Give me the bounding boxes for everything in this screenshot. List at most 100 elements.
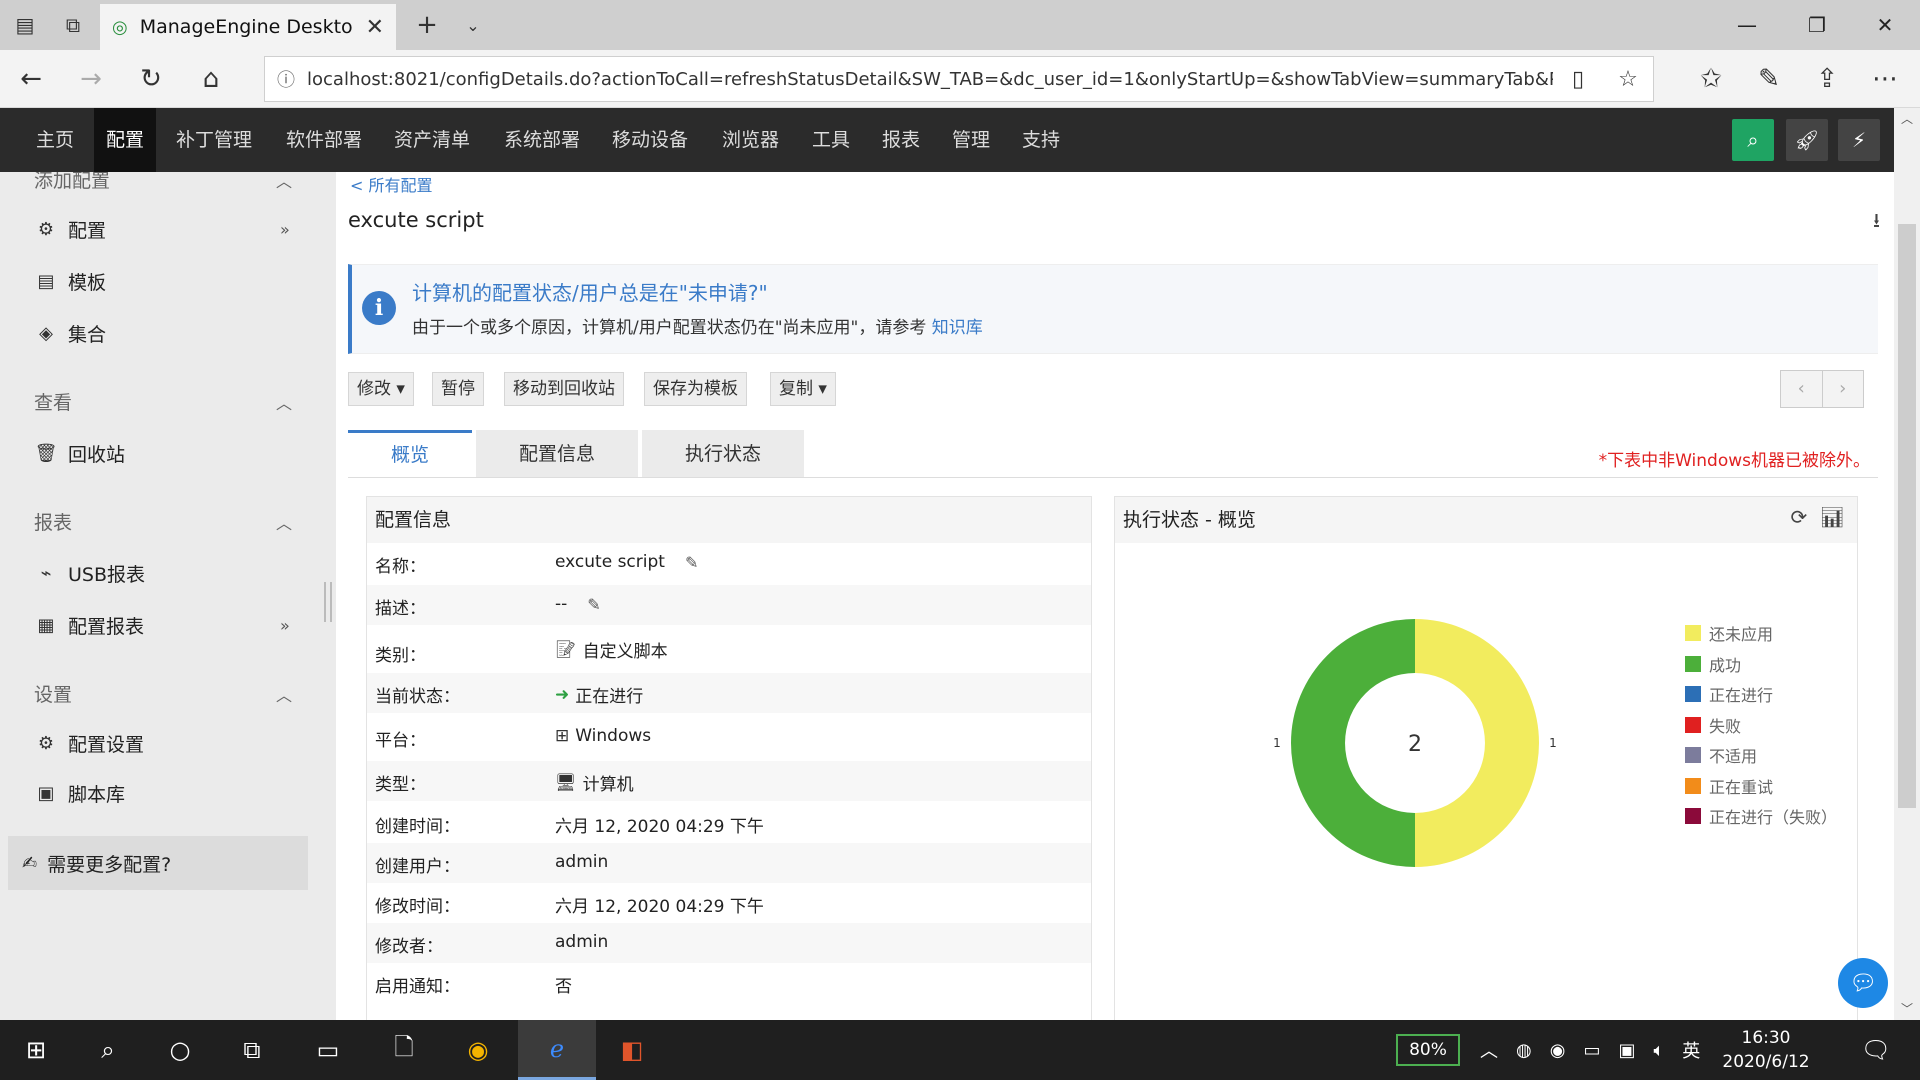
lightning-icon[interactable]: ⚡︎: [1838, 119, 1880, 161]
display-icon[interactable]: ▣: [1618, 1040, 1635, 1061]
sidebar-item-config-report[interactable]: ▦ 配置报表: [34, 612, 144, 639]
knowledge-base-link[interactable]: 知识库: [932, 318, 983, 338]
save-as-template-button[interactable]: 保存为模板: [644, 372, 747, 406]
ime-indicator[interactable]: 英: [1682, 1037, 1700, 1063]
battery-icon[interactable]: ▭: [1583, 1040, 1600, 1061]
refresh-icon[interactable]: ⟳: [1790, 505, 1807, 529]
legend-item[interactable]: 成功: [1685, 652, 1741, 676]
legend-item[interactable]: 正在进行: [1685, 682, 1773, 706]
refresh-icon[interactable]: ↻: [122, 50, 180, 108]
edit-pencil-icon[interactable]: ✎: [587, 595, 600, 614]
sidebar-item-script-repo[interactable]: ▣ 脚本库: [34, 780, 125, 807]
reading-view-icon[interactable]: ▯: [1553, 67, 1603, 92]
network-globe-icon[interactable]: ◍: [1516, 1040, 1532, 1061]
favorite-star-icon[interactable]: ☆: [1603, 67, 1653, 92]
scrollbar-thumb[interactable]: [1898, 224, 1916, 808]
collapse-chevron-icon[interactable]: ︿: [276, 510, 292, 534]
need-more-configs-button[interactable]: ✍︎ 需要更多配置?: [8, 836, 308, 890]
new-tab-icon[interactable]: +: [404, 0, 450, 50]
search-icon[interactable]: ⌕: [72, 1020, 144, 1080]
system-clock[interactable]: 16:30 2020/6/12: [1716, 1026, 1816, 1074]
donut-slice-0[interactable]: [1415, 619, 1539, 867]
forward-arrow-icon[interactable]: →: [62, 50, 120, 108]
more-options-icon[interactable]: ⋯: [1856, 50, 1914, 108]
export-icon[interactable]: ⭳: [1873, 206, 1880, 240]
search-icon[interactable]: ⌕: [1732, 119, 1774, 161]
legend-item[interactable]: 正在进行（失败）: [1685, 804, 1837, 828]
tab-execution-status[interactable]: 执行状态: [642, 430, 804, 478]
nav-patch[interactable]: 补丁管理: [164, 108, 264, 172]
pen-notes-icon[interactable]: ✎: [1740, 50, 1798, 108]
nav-reports[interactable]: 报表: [870, 108, 932, 172]
legend-item[interactable]: 失败: [1685, 713, 1741, 737]
favorites-list-icon[interactable]: ✩: [1682, 50, 1740, 108]
legend-item[interactable]: 还未应用: [1685, 621, 1773, 645]
modify-button[interactable]: 修改 ▾: [348, 372, 414, 406]
copy-button[interactable]: 复制 ▾: [770, 372, 836, 406]
chat-icon[interactable]: 💬︎: [1838, 958, 1888, 1008]
notice-title[interactable]: 计算机的配置状态/用户总是在"未申请?": [412, 277, 768, 306]
sidebar-item-config-settings[interactable]: ⚙ 配置设置: [34, 730, 144, 757]
edit-pencil-icon[interactable]: ✎: [685, 553, 698, 572]
expand-double-chevron-icon[interactable]: »: [280, 616, 290, 635]
nav-home[interactable]: 主页: [24, 108, 86, 172]
collapse-chevron-icon[interactable]: ︿: [276, 172, 292, 192]
file-icon[interactable]: 🗋︎: [368, 1020, 440, 1080]
sidebar-item-usb-report[interactable]: ⌁ USB报表: [34, 560, 145, 587]
site-info-icon[interactable]: ⓘ: [265, 66, 307, 92]
all-configs-link[interactable]: < 所有配置: [350, 172, 433, 196]
nav-software-deploy[interactable]: 软件部署: [274, 108, 374, 172]
legend-item[interactable]: 不适用: [1685, 743, 1757, 767]
set-tabs-aside-icon[interactable]: ⧉: [50, 0, 96, 50]
sidebar-item-recycle[interactable]: 🗑︎ 回收站: [34, 440, 125, 467]
scroll-up-icon[interactable]: ︿: [1894, 110, 1920, 127]
nav-os-deploy[interactable]: 系统部署: [492, 108, 592, 172]
edge-browser-icon[interactable]: ℯ: [518, 1020, 596, 1080]
volume-icon[interactable]: 🔈︎: [1653, 1040, 1664, 1061]
nav-admin[interactable]: 管理: [940, 108, 1002, 172]
chrome-icon[interactable]: ◉: [442, 1020, 514, 1080]
collapse-chevron-icon[interactable]: ︿: [276, 682, 292, 706]
pause-button[interactable]: 暂停: [432, 372, 484, 406]
collapse-chevron-icon[interactable]: ︿: [276, 390, 292, 414]
nav-support[interactable]: 支持: [1010, 108, 1072, 172]
bar-chart-icon[interactable]: 📊︎: [1820, 505, 1845, 529]
rocket-icon[interactable]: 🚀︎: [1786, 119, 1828, 161]
nav-browser[interactable]: 浏览器: [710, 108, 791, 172]
notification-center-icon[interactable]: 🗨︎: [1846, 1020, 1906, 1080]
tab-overview[interactable]: 概览: [348, 430, 472, 478]
sidebar-item-template[interactable]: ▤ 模板: [34, 268, 106, 295]
url-text[interactable]: localhost:8021/configDetails.do?actionTo…: [307, 69, 1553, 90]
nav-tools[interactable]: 工具: [800, 108, 862, 172]
back-arrow-icon[interactable]: ←: [2, 50, 60, 108]
window-close-icon[interactable]: ✕: [1850, 0, 1920, 50]
sidebar-resize-handle[interactable]: [324, 582, 332, 622]
powerpoint-icon[interactable]: ◧: [596, 1020, 668, 1080]
nav-inventory[interactable]: 资产清单: [382, 108, 482, 172]
nav-mobile[interactable]: 移动设备: [600, 108, 700, 172]
sidebar-item-config[interactable]: ⚙ 配置: [34, 216, 106, 243]
start-windows-icon[interactable]: ⊞: [0, 1020, 72, 1080]
previous-chevron-icon[interactable]: ‹: [1781, 371, 1823, 407]
home-icon[interactable]: ⌂: [182, 50, 240, 108]
legend-item[interactable]: 正在重试: [1685, 774, 1773, 798]
sidebar-item-collection[interactable]: ◈ 集合: [34, 320, 106, 347]
address-bar[interactable]: ⓘ localhost:8021/configDetails.do?action…: [264, 56, 1654, 102]
chrome-tray-icon[interactable]: ◉: [1550, 1040, 1566, 1061]
move-to-trash-button[interactable]: 移动到回收站: [504, 372, 624, 406]
expand-double-chevron-icon[interactable]: »: [280, 220, 290, 239]
show-hidden-chevron-icon[interactable]: ︿: [1480, 1037, 1498, 1063]
browser-tab[interactable]: ◎ ManageEngine Desktop ✕: [100, 4, 396, 50]
vertical-scrollbar[interactable]: ︿ ﹀: [1894, 108, 1920, 1020]
tab-list-chevron-icon[interactable]: ⌄: [450, 0, 496, 50]
scroll-down-icon[interactable]: ﹀: [1894, 1000, 1920, 1017]
restore-icon[interactable]: ❐: [1782, 0, 1852, 50]
donut-slice-1[interactable]: [1291, 619, 1415, 867]
tab-manager-icon[interactable]: ▤: [2, 0, 48, 50]
battery-indicator[interactable]: 80%: [1396, 1034, 1460, 1066]
tab-config-info[interactable]: 配置信息: [476, 430, 638, 478]
task-view-icon[interactable]: ⧉: [216, 1020, 288, 1080]
cortana-circle-icon[interactable]: ○: [144, 1020, 216, 1080]
share-icon[interactable]: ⇪: [1798, 50, 1856, 108]
minimize-icon[interactable]: —: [1712, 0, 1782, 50]
